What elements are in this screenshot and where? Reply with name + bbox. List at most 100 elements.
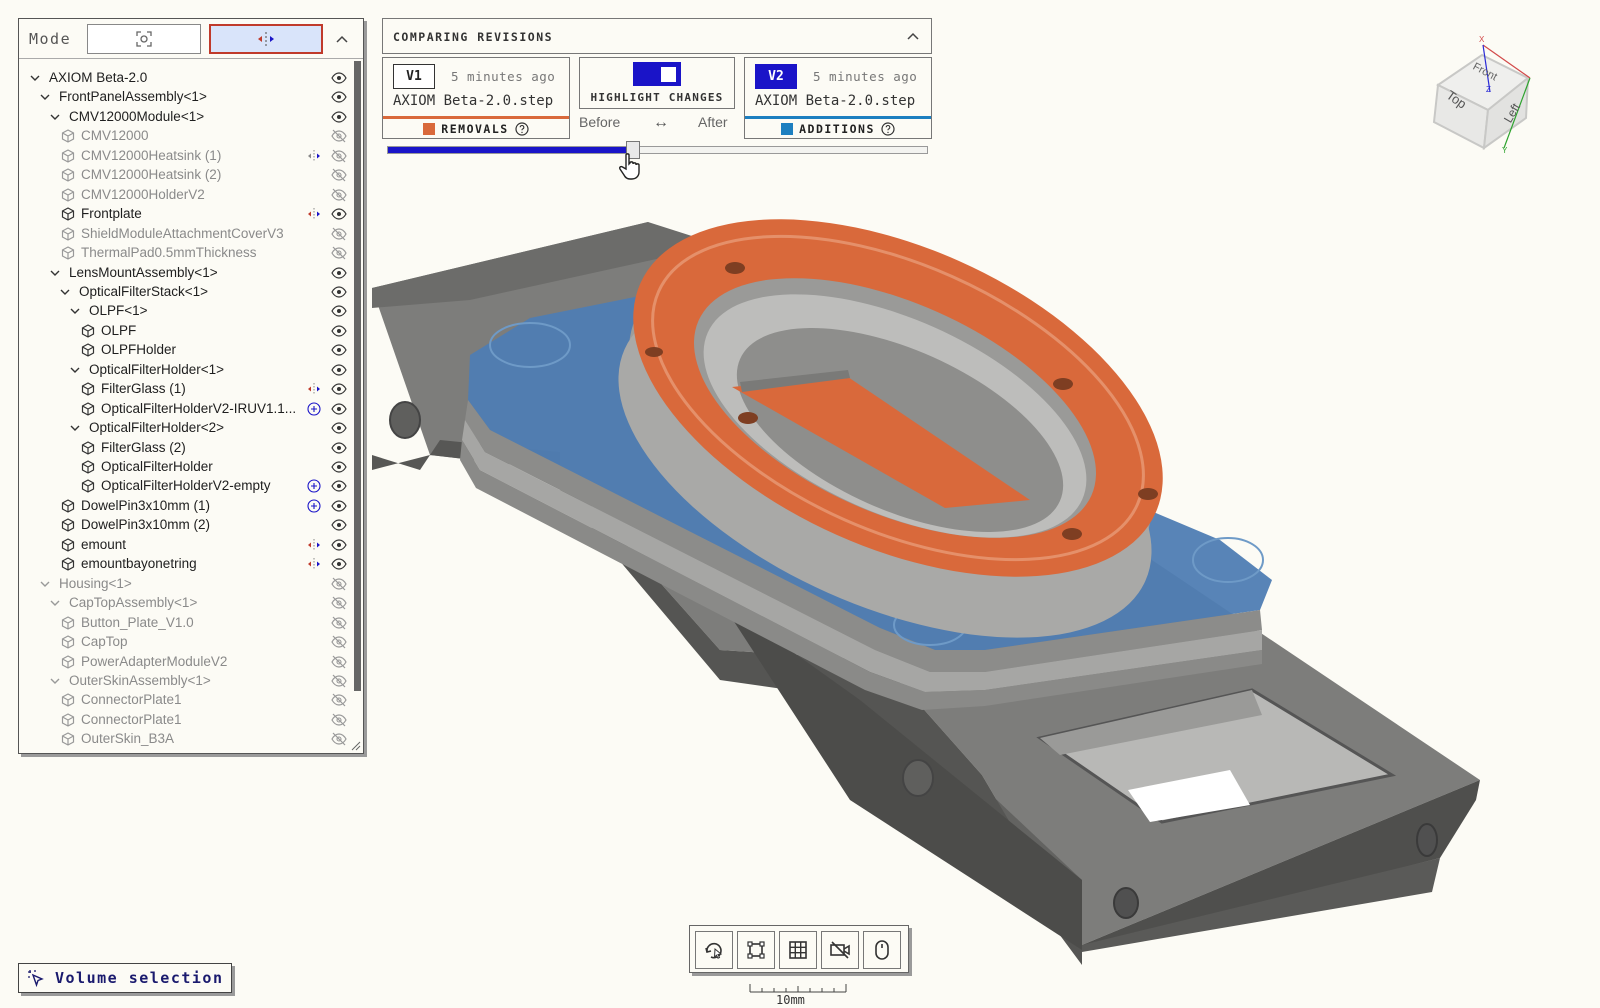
revision-badge-v1[interactable]: V1 [393,64,435,89]
chevron-down-icon[interactable] [39,578,51,590]
tree-row[interactable]: ShieldModuleAttachmentCoverV3 [19,224,351,244]
tree-row[interactable]: ConnectorPlate1 [19,690,351,710]
volume-selection-button[interactable]: Volume selection [18,963,232,993]
mouse-mode-button[interactable] [863,931,901,969]
eye-off-icon[interactable] [331,635,347,649]
fit-view-button[interactable] [737,931,775,969]
tree-row[interactable]: CMV12000HolderV2 [19,185,351,205]
resize-grip-icon[interactable] [351,741,361,751]
cube-face-front[interactable]: Front [1471,61,1499,84]
tree-row[interactable]: OLPF<1> [19,301,351,321]
changed-arrows-icon[interactable] [307,557,321,571]
eye-icon[interactable] [331,110,347,124]
eye-icon[interactable] [331,207,347,221]
chevron-down-icon[interactable] [49,111,61,123]
eye-off-icon[interactable] [331,693,347,707]
eye-off-icon[interactable] [331,227,347,241]
tree-row[interactable]: DowelPin3x10mm (1) [19,496,351,516]
tree-row[interactable]: OLPF [19,321,351,341]
tree-row[interactable]: DowelPin3x10mm (2) [19,515,351,535]
tree-row[interactable]: ConnectorPlate1 [19,710,351,730]
eye-off-icon[interactable] [331,674,347,688]
tree-row[interactable]: FilterGlass (2) [19,438,351,458]
eye-icon[interactable] [331,71,347,85]
eye-icon[interactable] [331,499,347,513]
eye-off-icon[interactable] [331,246,347,260]
tree-row[interactable]: OpticalFilterHolder<1> [19,360,351,380]
changed-arrows-icon[interactable] [307,382,321,396]
changed-arrows-icon[interactable] [307,149,321,163]
eye-icon[interactable] [331,304,347,318]
eye-off-icon[interactable] [331,713,347,727]
eye-icon[interactable] [331,538,347,552]
tree-row[interactable]: AXIOM Beta-2.0 [19,68,351,88]
tree-row[interactable]: ThermalPad0.5mmThickness [19,243,351,263]
added-plus-icon[interactable] [307,499,321,513]
highlight-changes-toggle[interactable] [633,62,681,86]
help-icon[interactable] [515,121,529,136]
tree-row[interactable]: OpticalFilterHolderV2-empty [19,476,351,496]
swap-arrows-icon[interactable]: ↔ [653,114,669,132]
eye-off-icon[interactable] [331,655,347,669]
tree-row[interactable]: OpticalFilterHolder [19,457,351,477]
tree-row[interactable]: Button_Plate_V1.0 [19,613,351,633]
eye-icon[interactable] [331,421,347,435]
eye-off-icon[interactable] [331,188,347,202]
orbit-button[interactable] [695,931,733,969]
revision-v2-card[interactable]: V2 5 minutes ago AXIOM Beta-2.0.step ADD… [744,57,932,139]
eye-icon[interactable] [331,518,347,532]
tree-row[interactable]: PowerAdapterModuleV2 [19,652,351,672]
tree-row[interactable]: CMV12000Heatsink (2) [19,165,351,185]
eye-icon[interactable] [331,382,347,396]
eye-icon[interactable] [331,557,347,571]
camera-toggle-button[interactable] [821,931,859,969]
eye-off-icon[interactable] [331,732,347,746]
eye-icon[interactable] [331,363,347,377]
help-icon[interactable] [881,121,895,136]
eye-icon[interactable] [331,479,347,493]
tree-row[interactable]: OpticalFilterStack<1> [19,282,351,302]
compare-header[interactable]: COMPARING REVISIONS [382,18,932,54]
chevron-down-icon[interactable] [69,364,81,376]
chevron-down-icon[interactable] [39,91,51,103]
tree-row[interactable]: CapTopAssembly<1> [19,593,351,613]
tree-row[interactable]: OpticalFilterHolder<2> [19,418,351,438]
cube-face-left[interactable]: Left [1501,101,1523,125]
tree-row[interactable]: emount [19,535,351,555]
eye-icon[interactable] [331,285,347,299]
tree-row[interactable]: OpticalFilterHolderV2-IRUV1.1... [19,399,351,419]
tree-row[interactable]: emountbayonetring [19,554,351,574]
chevron-down-icon[interactable] [69,422,81,434]
revision-v1-card[interactable]: V1 5 minutes ago AXIOM Beta-2.0.step REM… [382,57,570,139]
added-plus-icon[interactable] [307,479,321,493]
eye-icon[interactable] [331,324,347,338]
eye-off-icon[interactable] [331,149,347,163]
chevron-down-icon[interactable] [49,267,61,279]
eye-off-icon[interactable] [331,168,347,182]
eye-off-icon[interactable] [331,616,347,630]
chevron-down-icon[interactable] [69,305,81,317]
changed-arrows-icon[interactable] [307,538,321,552]
tree-row[interactable]: CapTop [19,632,351,652]
focus-mode-button[interactable] [87,24,201,54]
collapse-panel-button[interactable] [329,27,355,53]
chevron-down-icon[interactable] [49,597,61,609]
tree-row[interactable]: OuterSkin_B3A [19,729,351,749]
changed-arrows-icon[interactable] [307,207,321,221]
tree-row[interactable]: FrontPanelAssembly<1> [19,87,351,107]
eye-icon[interactable] [331,90,347,104]
chevron-up-icon[interactable] [905,29,921,45]
eye-off-icon[interactable] [331,577,347,591]
revision-badge-v2[interactable]: V2 [755,64,797,89]
tree-row[interactable]: LensMountAssembly<1> [19,263,351,283]
tree-scrollbar[interactable] [354,61,361,691]
added-plus-icon[interactable] [307,402,321,416]
eye-icon[interactable] [331,343,347,357]
revision-slider[interactable] [387,141,928,159]
tree-row[interactable]: CMV12000 [19,126,351,146]
eye-off-icon[interactable] [331,129,347,143]
tree-row[interactable]: OuterSkinAssembly<1> [19,671,351,691]
cube-face-top[interactable]: Top [1444,87,1470,111]
tree-row[interactable]: Frontplate [19,204,351,224]
tree-row[interactable]: CMV12000Heatsink (1) [19,146,351,166]
